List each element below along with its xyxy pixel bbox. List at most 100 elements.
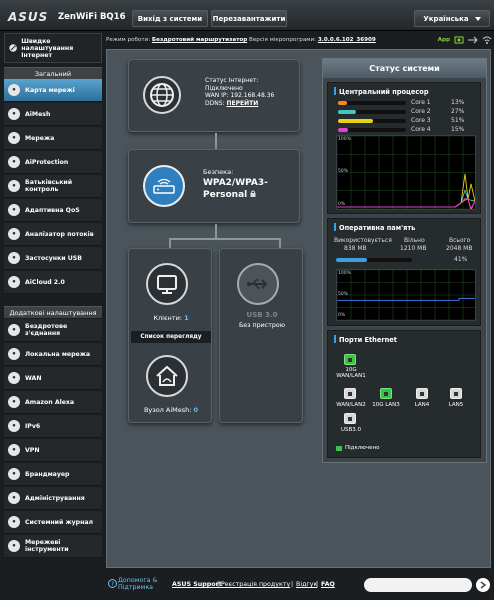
asus-logo[interactable]: ASUS [8,10,48,24]
app-link-icon[interactable] [454,36,464,44]
clients-card[interactable]: Клієнти: 1 Список перегляду Вузол AiMesh… [128,248,212,423]
sidebar-item-cloud[interactable]: • AiCloud 2.0 [4,271,102,294]
sidebar-item-wireless[interactable]: • Бездротове з'єднання [4,319,102,342]
sidebar-item-label: Мережеві інструменти [25,539,69,553]
usb-icon [247,279,268,289]
clients-count[interactable]: 1 [184,314,189,322]
clients-circle[interactable] [146,263,188,305]
cloud-icon: • [8,276,20,288]
internet-globe[interactable] [143,76,181,114]
firewall-icon: • [8,468,20,480]
feedback-link[interactable]: Відгук [296,581,317,588]
port-lan3-label: 10G LAN3 [372,402,400,408]
connector-line [169,238,280,240]
sidebar-item-traffic-analyzer[interactable]: • Аналізатор потоків [4,223,102,246]
help-support-link[interactable]: Допомога & Підтримка [118,577,166,591]
mode-label: Режим роботи: [106,37,151,43]
ethernet-title: Порти Ethernet [328,331,480,344]
help-icon: ? [108,579,117,588]
port-usb[interactable] [344,413,356,424]
ram-used-value: 838 MB [344,245,367,252]
connector-line [215,224,217,238]
mode-link[interactable]: Бездротовий маршрутизатор [152,37,247,43]
app-label[interactable]: App [438,37,450,43]
cpu-core-bar [338,128,406,132]
ddns-link[interactable]: ПЕРЕЙТИ [226,100,258,107]
cpu-block: Центральний процесор Core 1 13% Core 2 27% C… [327,82,481,214]
cpu-core-bar-fill [338,119,373,123]
sidebar-item-network-map[interactable]: • Карта мережі [4,79,102,102]
usb-card[interactable]: USB 3.0 Без пристрою [219,248,303,423]
aimesh-count[interactable]: 0 [194,406,199,414]
language-select[interactable]: Українська [414,10,490,27]
cpu-core-row: Core 1 13% [338,99,478,108]
cpu-core-bar [338,119,406,123]
sidebar-item-network[interactable]: • Мережа [4,127,102,150]
alexa-icon: • [8,396,20,408]
sidebar-item-label: IPv6 [25,422,41,430]
internet-card[interactable]: Статус Інтернет: Підключено WAN IP: 192.… [128,59,300,132]
sidebar-item-label: Адаптивна QoS [25,206,80,214]
aiprotection-icon: • [8,156,20,168]
status-line: Режим роботи: Бездротовий маршрутизатор … [106,33,492,47]
traffic-analyzer-icon: • [8,228,20,240]
faq-link[interactable]: FAQ [321,581,335,588]
connector-line [169,238,171,248]
firmware-link[interactable]: 3.0.0.6.102_36909 [318,37,376,43]
sidebar-item-qos[interactable]: • Адаптивна QoS [4,199,102,222]
port-wan-lan1[interactable] [344,354,356,365]
wifi-status-icon[interactable] [482,36,492,44]
sidebar-item-label: AiMesh [25,110,51,118]
sidebar-item-parental-control[interactable]: • Батьківський контроль [4,175,102,198]
sidebar-item-network-tools[interactable]: • Мережеві інструменти [4,535,102,558]
cpu-graph: 100% 50% 0% [336,135,476,210]
sidebar-item-alexa[interactable]: • Amazon Alexa [4,391,102,414]
ram-graph: 100% 50% 0% [336,269,476,321]
sidebar-item-firewall[interactable]: • Брандмауер [4,463,102,486]
sidebar-item-aiprotection[interactable]: • AiProtection [4,151,102,174]
security-value-text: WPA2/WPA3-Personal [203,178,268,200]
sidebar-item-label: Мережа [25,134,55,142]
port-wan-lan1-label: 10G WAN/LAN1 [336,367,366,379]
sidebar-item-lan[interactable]: • Локальна мережа [4,343,102,366]
sidebar-item-vpn[interactable]: • VPN [4,439,102,462]
quick-setup-button[interactable]: Швидке налаштування Інтернет [4,33,102,63]
usb-circle[interactable] [237,263,279,305]
sidebar-item-wan[interactable]: • WAN [4,367,102,390]
view-list-button[interactable]: Список перегляду [131,331,211,343]
model-name: ZenWiFi BQ16 [58,12,126,22]
port-lan4[interactable] [416,388,428,399]
usb-status-icon[interactable] [467,36,479,44]
search-go-button[interactable] [476,578,490,592]
vpn-icon: • [8,444,20,456]
usb-status: Без пристрою [238,322,286,329]
sidebar-item-usb[interactable]: • Застосунки USB [4,247,102,270]
port-lan5[interactable] [450,388,462,399]
search-input[interactable] [364,578,472,592]
top-bar: ASUS ZenWiFi BQ16 Вихід з системи Переза… [0,0,494,31]
security-value: WPA2/WPA3-Personal [203,177,293,201]
aimesh-circle[interactable] [146,355,188,397]
ram-bar-fill [336,258,368,262]
ram-total-label: Всього [449,237,471,244]
cpu-core-percent: 13% [451,99,465,106]
port-lan3[interactable] [380,388,392,399]
sidebar-item-label: VPN [25,446,40,454]
graph-label-bottom: 0% [338,313,346,318]
router-card[interactable]: Безпека: WPA2/WPA3-Personal [128,149,300,223]
reboot-button[interactable]: Перезавантажити [211,10,287,27]
admin-icon: • [8,492,20,504]
graph-label-top: 100% [338,271,351,276]
asus-support-link[interactable]: ASUS Support [172,581,222,588]
sidebar-item-admin[interactable]: • Адміністрування [4,487,102,510]
port-wan-lan2-label: WAN/LAN2 [336,402,366,408]
product-registration-link[interactable]: Реєстрація продукту [221,581,290,588]
ethernet-block: Порти Ethernet 10G WAN/LAN1 WAN/LAN2 10G… [327,330,481,458]
sidebar-item-ipv6[interactable]: • IPv6 [4,415,102,438]
sidebar-item-aimesh[interactable]: • AiMesh [4,103,102,126]
port-wan-lan2[interactable] [344,388,356,399]
router-circle[interactable] [143,165,185,207]
logout-button[interactable]: Вихід з системи [132,10,208,27]
system-status-title: Статус системи [323,59,486,78]
sidebar-item-syslog[interactable]: • Системний журнал [4,511,102,534]
